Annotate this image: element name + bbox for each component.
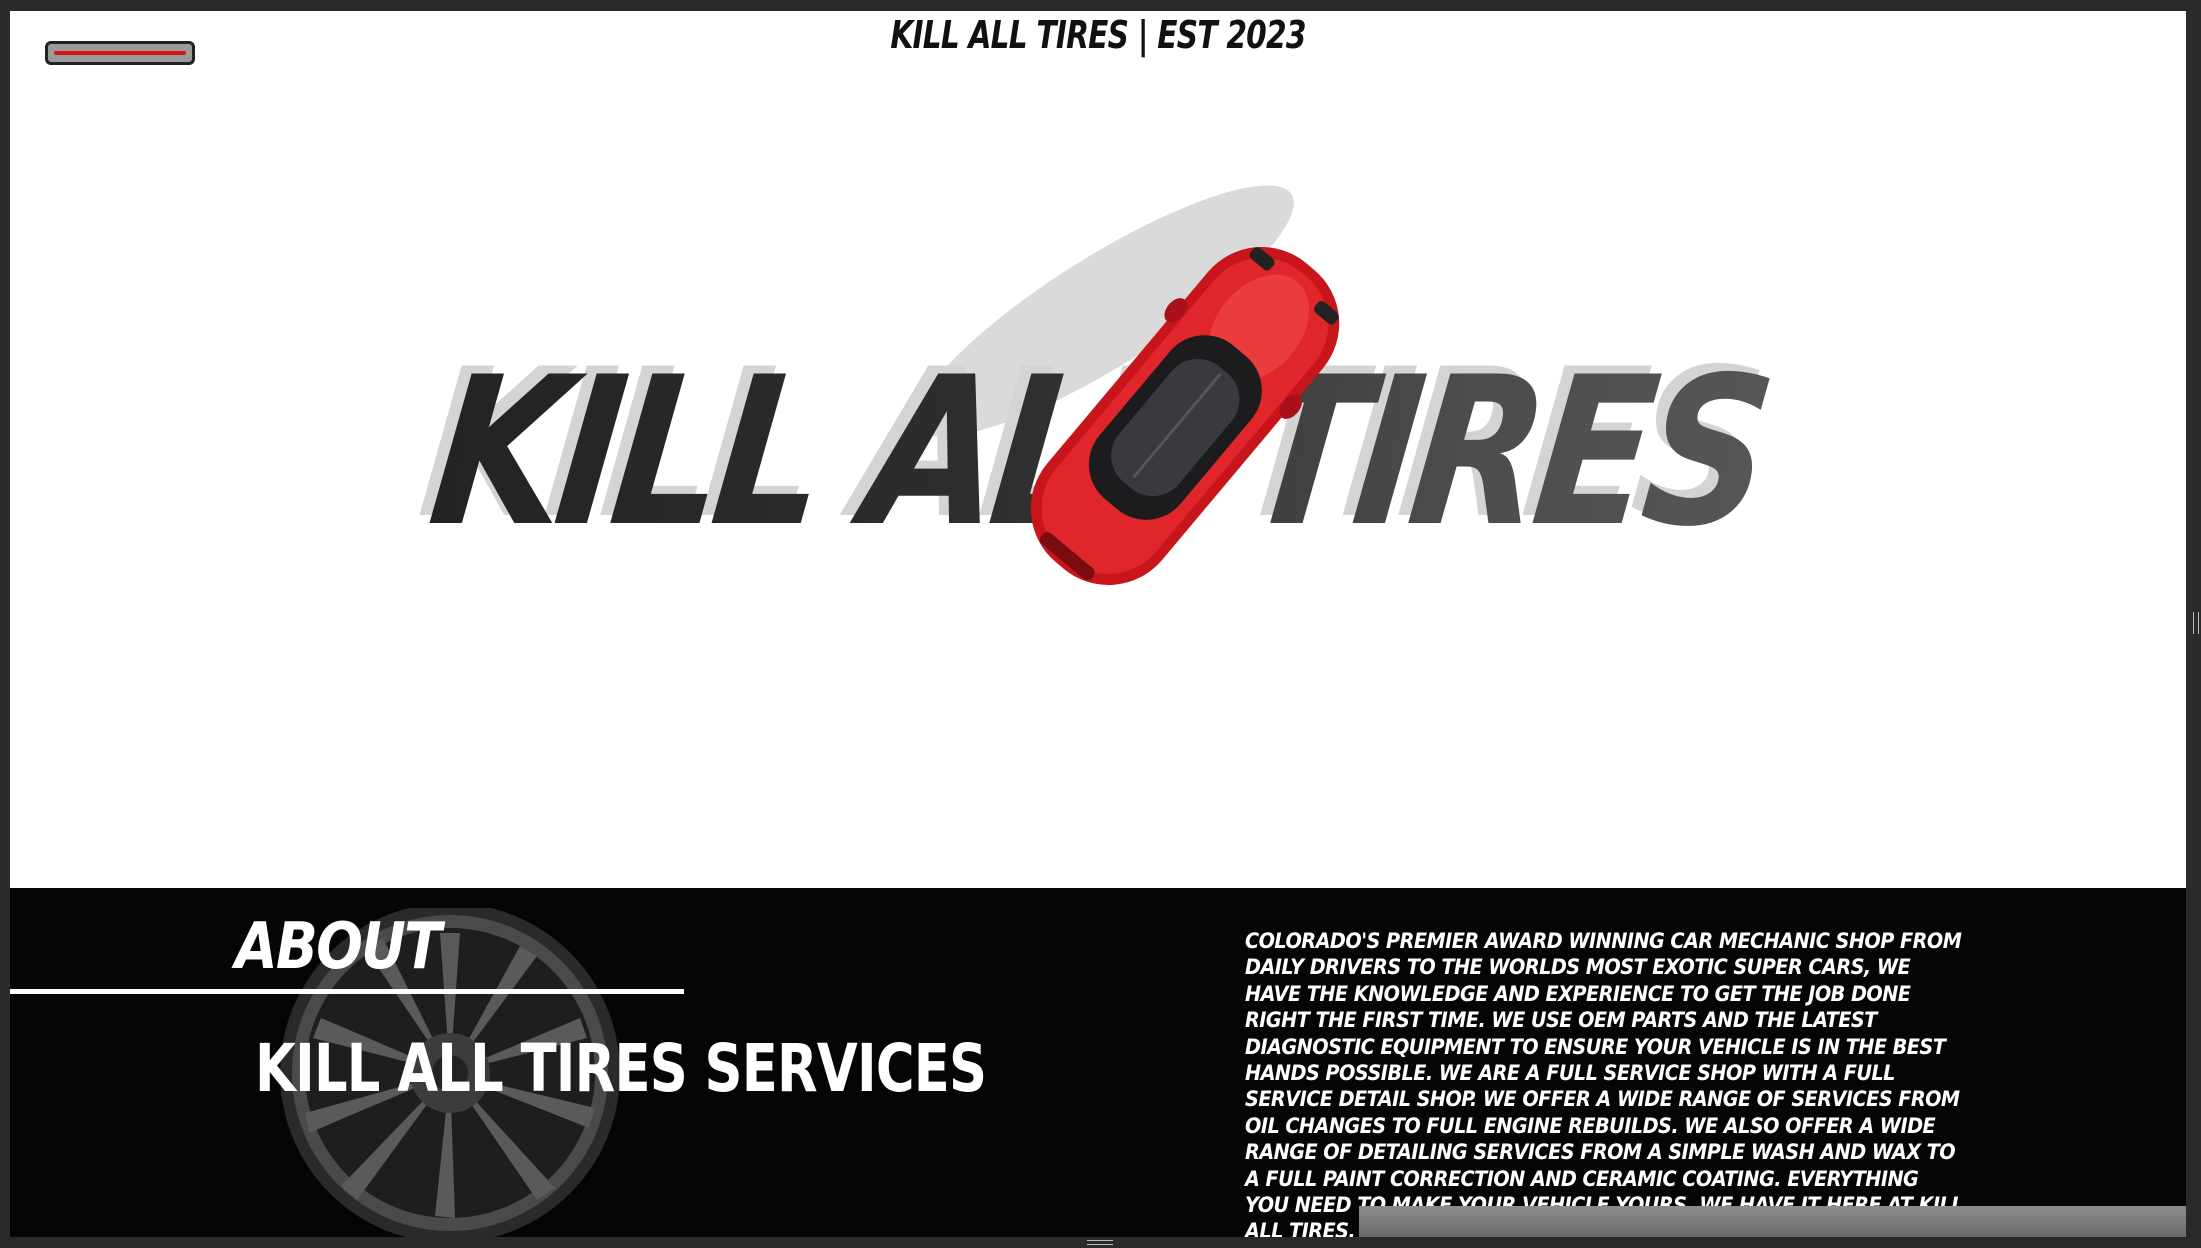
- resize-handle-bottom[interactable]: [1087, 1240, 1113, 1245]
- services-heading: KILL ALL TIRES SERVICES: [255, 1030, 987, 1107]
- car-image: [1030, 247, 1340, 585]
- page-frame: KILL ALL TIRES | EST 2023 KILL ALL TIRES…: [10, 11, 2186, 1237]
- about-description: COLORADO'S PREMIER AWARD WINNING CAR MEC…: [1245, 929, 1964, 1237]
- about-heading: ABOUT: [235, 910, 442, 984]
- texture-image: [1359, 1206, 2186, 1237]
- about-section: ABOUT KILL ALL TIRES SERVICES COLORADO'S…: [10, 888, 2186, 1237]
- resize-handle-right[interactable]: [2193, 612, 2199, 634]
- hero-section: KILL ALL TIRES | EST 2023 KILL ALL TIRES…: [10, 11, 2186, 888]
- about-divider: [10, 989, 684, 994]
